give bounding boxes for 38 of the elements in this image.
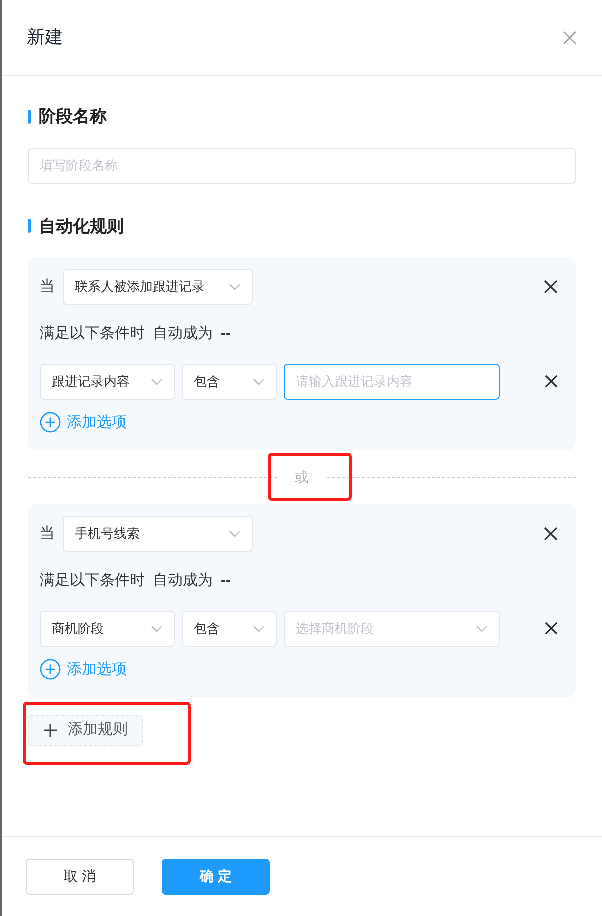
trigger-select[interactable]: 手机号线索 [63, 516, 253, 552]
section-heading: 自动化规则 [39, 216, 124, 238]
close-icon[interactable] [545, 375, 558, 388]
chevron-down-icon [476, 624, 488, 632]
when-label: 当 [40, 524, 55, 544]
chevron-down-icon [151, 624, 163, 632]
chevron-down-icon [229, 283, 241, 291]
stage-name-field[interactable]: 填写阶段名称 [28, 148, 576, 184]
result-value: -- [221, 324, 231, 344]
add-rule-button[interactable]: 添加规则 [28, 715, 143, 746]
result-value: -- [221, 571, 231, 591]
result-label: 自动成为 [153, 571, 213, 591]
section-marker [28, 219, 31, 234]
or-label: 或 [294, 468, 310, 486]
section-marker [28, 110, 31, 124]
close-icon[interactable] [544, 527, 558, 541]
field-select[interactable]: 跟进记录内容 [40, 364, 175, 400]
plus-icon [43, 723, 58, 738]
trigger-select[interactable]: 联系人被添加跟进记录 [63, 269, 253, 305]
chevron-down-icon [253, 624, 265, 632]
chevron-down-icon [253, 378, 265, 386]
plus-circle-icon [40, 659, 61, 680]
operator-select[interactable]: 包含 [182, 610, 277, 646]
cancel-button[interactable]: 取 消 [26, 858, 134, 894]
chevron-down-icon [151, 378, 163, 386]
result-label: 自动成为 [153, 324, 213, 344]
operator-select[interactable]: 包含 [182, 364, 277, 400]
dialog-title: 新建 [27, 26, 63, 49]
field-select[interactable]: 商机阶段 [40, 610, 175, 646]
plus-circle-icon [40, 412, 61, 434]
close-icon[interactable] [544, 280, 558, 294]
chevron-down-icon [229, 530, 241, 538]
close-icon[interactable] [545, 622, 558, 635]
section-heading: 阶段名称 [39, 106, 107, 128]
value-field[interactable]: 请输入跟进记录内容 [284, 364, 500, 400]
condition-text: 满足以下条件时 [40, 324, 145, 344]
condition-text: 满足以下条件时 [40, 571, 145, 591]
when-label: 当 [40, 276, 55, 297]
